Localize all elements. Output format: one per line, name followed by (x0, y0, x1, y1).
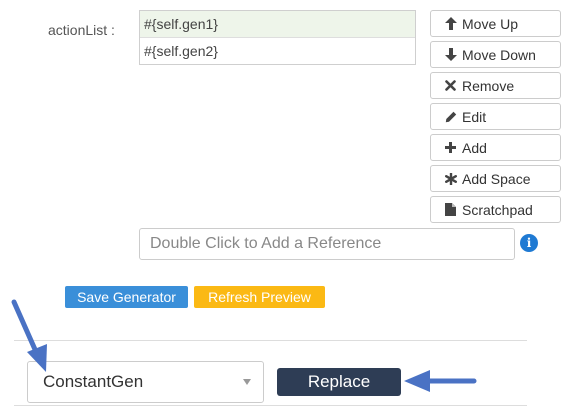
divider (14, 405, 527, 406)
generator-type-value: ConstantGen (43, 372, 144, 391)
divider (14, 340, 527, 341)
action-list[interactable]: #{self.gen1} #{self.gen2} (139, 10, 416, 65)
file-icon (444, 203, 457, 216)
move-down-label: Move Down (462, 46, 536, 63)
scratchpad-label: Scratchpad (462, 201, 533, 218)
annotation-arrow-replace (404, 370, 477, 392)
plus-icon (444, 141, 457, 154)
move-up-label: Move Up (462, 15, 519, 32)
generator-editor-panel: actionList : #{self.gen1} #{self.gen2} M… (0, 0, 569, 409)
pencil-icon (444, 110, 457, 123)
remove-label: Remove (462, 77, 515, 94)
replace-button[interactable]: Replace (277, 368, 401, 396)
info-icon[interactable]: i (520, 234, 538, 252)
refresh-preview-button[interactable]: Refresh Preview (194, 286, 325, 308)
edit-button[interactable]: Edit (430, 103, 561, 130)
edit-label: Edit (462, 108, 487, 125)
add-label: Add (462, 139, 487, 156)
close-icon (444, 79, 457, 92)
list-item[interactable]: #{self.gen1} (140, 11, 415, 38)
reference-input[interactable] (139, 228, 515, 260)
move-down-button[interactable]: Move Down (430, 41, 561, 68)
arrow-up-icon (444, 17, 457, 30)
list-actions: Move Up Move Down Remove Edit Add Add Sp… (430, 10, 561, 227)
remove-button[interactable]: Remove (430, 72, 561, 99)
arrow-down-icon (444, 48, 457, 61)
generator-type-select[interactable]: ConstantGen (27, 361, 264, 403)
scratchpad-button[interactable]: Scratchpad (430, 196, 561, 223)
action-list-label: actionList : (48, 22, 115, 38)
asterisk-icon (444, 172, 457, 185)
add-space-button[interactable]: Add Space (430, 165, 561, 192)
move-up-button[interactable]: Move Up (430, 10, 561, 37)
list-item[interactable]: #{self.gen2} (140, 38, 415, 65)
add-button[interactable]: Add (430, 134, 561, 161)
save-generator-button[interactable]: Save Generator (65, 286, 188, 308)
add-space-label: Add Space (462, 170, 531, 187)
chevron-down-icon (243, 379, 251, 385)
